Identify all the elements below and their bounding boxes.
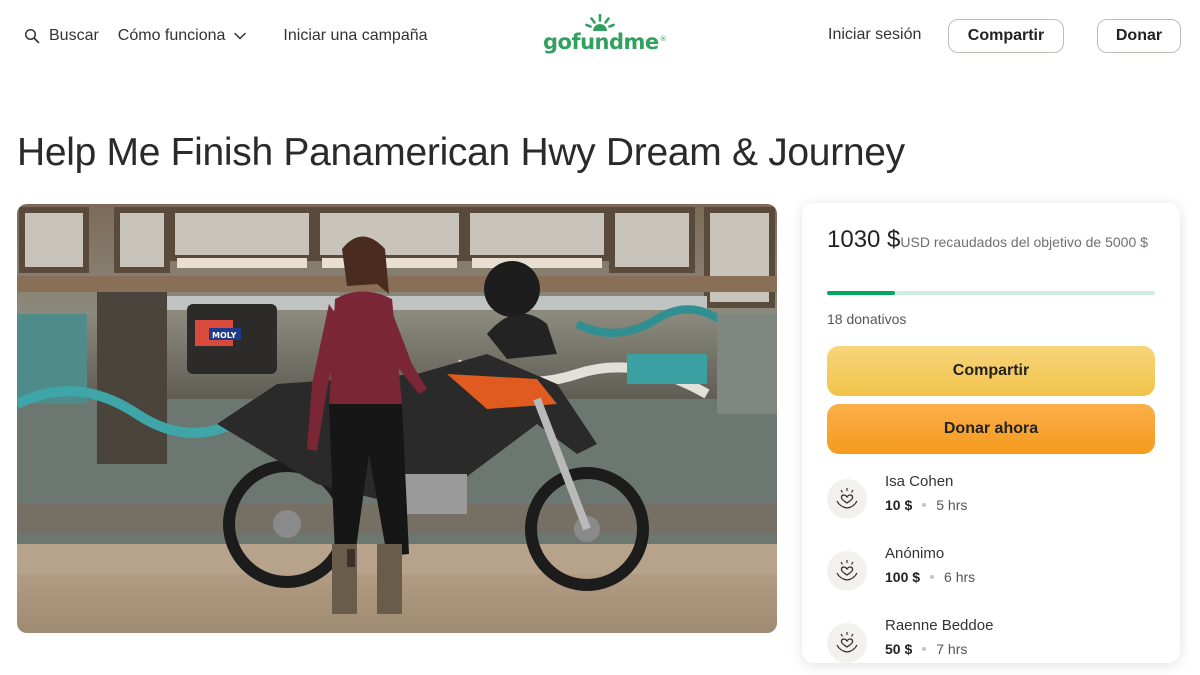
donor-item: Raenne Beddoe 50 $ 7 hrs (827, 617, 1157, 663)
nav-left-group: Buscar Cómo funciona Iniciar una campaña (24, 24, 428, 48)
heart-hands-icon (836, 560, 858, 581)
login-link[interactable]: Iniciar sesión (828, 26, 921, 44)
logo-wordmark: gofundme® (543, 30, 667, 54)
raised-summary: 1030 $USD recaudados del objetivo de 500… (827, 226, 1157, 254)
start-campaign-label: Iniciar una campaña (283, 27, 428, 44)
donor-time: 7 hrs (936, 641, 968, 657)
share-button-top[interactable]: Compartir (948, 19, 1064, 53)
raised-goal-text: USD recaudados del objetivo de 5000 $ (900, 234, 1148, 250)
separator-dot (922, 503, 927, 507)
progress-bar-fill (827, 291, 895, 295)
donor-item: Anónimo 100 $ 6 hrs (827, 545, 1157, 595)
sticker-text: MOLY (212, 331, 237, 340)
campaign-photo-illustration: MOLY (17, 204, 777, 633)
donor-time: 5 hrs (936, 497, 968, 513)
top-nav: Buscar Cómo funciona Iniciar una campaña… (0, 0, 1200, 72)
donor-time: 6 hrs (944, 569, 976, 585)
share-button[interactable]: Compartir (827, 346, 1155, 396)
raised-amount: 1030 $ (827, 226, 901, 253)
donor-amount: 10 $ (885, 497, 913, 513)
donor-meta: 100 $ 6 hrs (885, 569, 975, 585)
donor-amount: 100 $ (885, 569, 921, 585)
donor-name: Isa Cohen (885, 473, 954, 490)
heart-hands-icon (836, 488, 858, 509)
start-campaign-link[interactable]: Iniciar una campaña (283, 24, 427, 48)
donor-meta: 50 $ 7 hrs (885, 641, 967, 657)
donation-card: 1030 $USD recaudados del objetivo de 500… (802, 203, 1180, 663)
donor-name: Raenne Beddoe (885, 617, 994, 634)
donor-name: Anónimo (885, 545, 945, 562)
search-button[interactable]: Buscar (24, 24, 99, 48)
progress-bar (827, 291, 1155, 295)
donations-count: 18 donativos (827, 311, 907, 327)
separator-dot (922, 647, 927, 651)
donor-avatar (827, 551, 867, 591)
search-label: Buscar (49, 27, 99, 44)
how-it-works-label: Cómo funciona (117, 27, 226, 44)
separator-dot (930, 575, 935, 579)
heart-hands-icon (836, 632, 858, 653)
donor-avatar (827, 479, 867, 519)
gofundme-logo[interactable]: gofundme® (540, 14, 667, 60)
donate-now-button[interactable]: Donar ahora (827, 404, 1155, 454)
donor-item: Isa Cohen 10 $ 5 hrs (827, 473, 1157, 523)
how-it-works-menu[interactable]: Cómo funciona (118, 24, 248, 48)
donate-button-top[interactable]: Donar (1097, 19, 1181, 53)
donor-meta: 10 $ 5 hrs (885, 497, 967, 513)
campaign-photo[interactable]: MOLY (17, 204, 777, 633)
chevron-down-icon (234, 32, 247, 40)
donor-avatar (827, 623, 867, 663)
page-title: Help Me Finish Panamerican Hwy Dream & J… (17, 131, 905, 174)
search-icon (24, 28, 40, 44)
donor-amount: 50 $ (885, 641, 913, 657)
